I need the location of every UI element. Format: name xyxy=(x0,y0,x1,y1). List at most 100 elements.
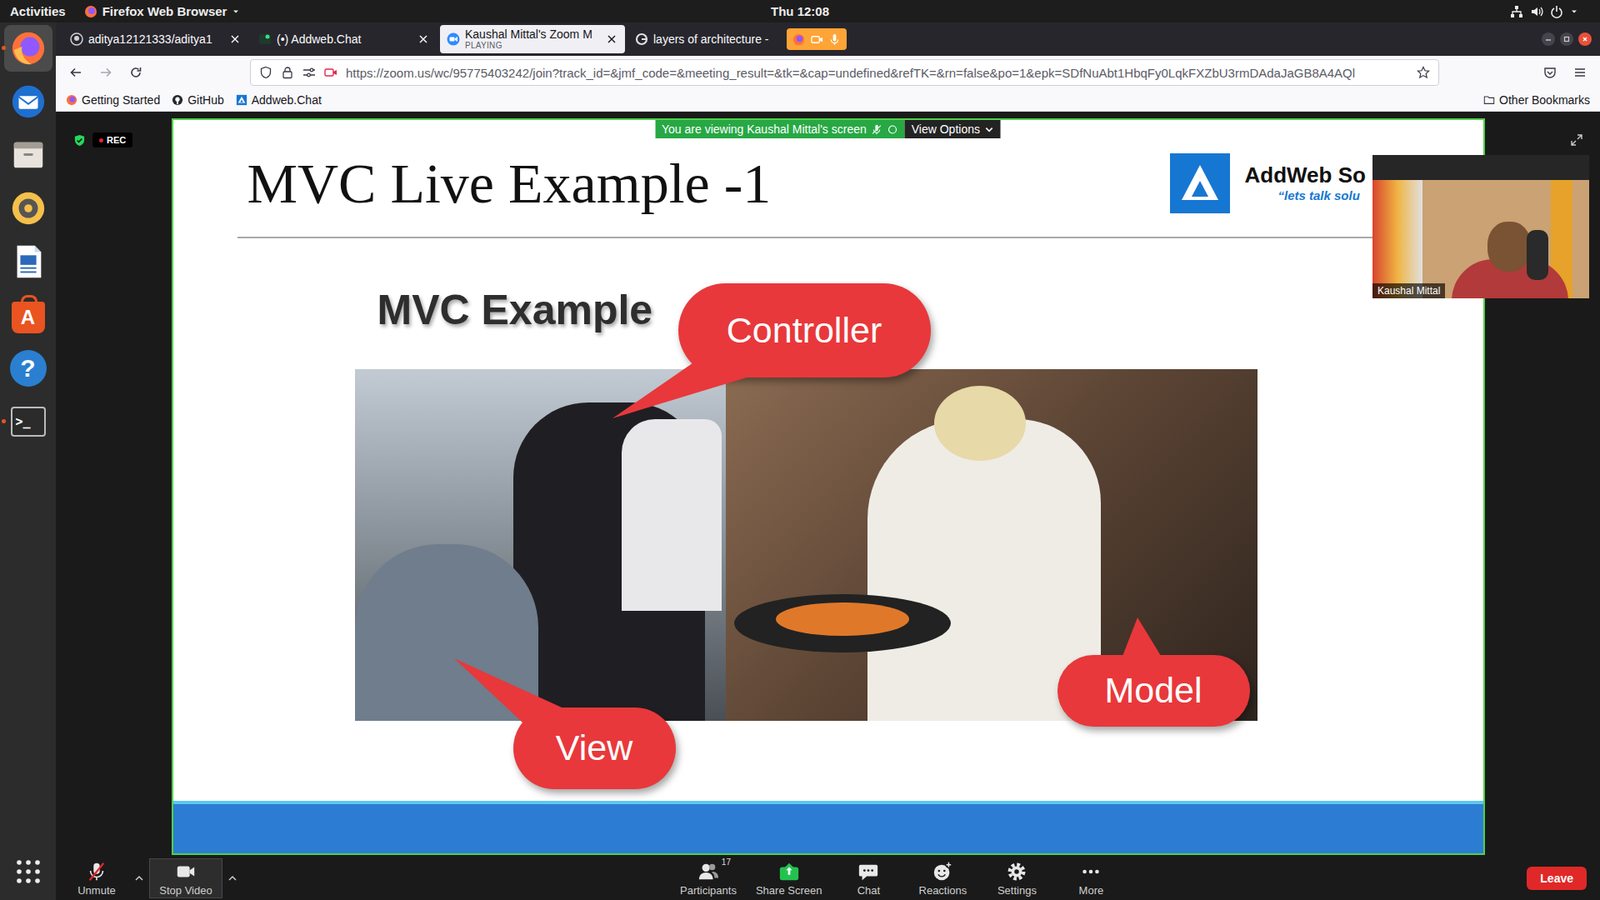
company-logo: AddWeb So “lets talk solu xyxy=(1170,153,1366,214)
github-icon xyxy=(70,32,84,46)
bookmark[interactable]: Addweb.Chat xyxy=(230,91,327,109)
tab-title: (•) Addweb.Chat xyxy=(276,32,414,46)
minimize-button[interactable] xyxy=(1541,32,1555,46)
window-controls xyxy=(1541,32,1600,46)
dock-item[interactable] xyxy=(4,131,53,179)
chevron-up-icon[interactable] xyxy=(129,873,150,884)
address-bar[interactable]: https://zoom.us/wc/95775403242/join?trac… xyxy=(250,59,1440,86)
chevron-up-icon[interactable] xyxy=(222,873,243,884)
video-frame: Kaushal Mittal xyxy=(1372,180,1590,299)
microphone-muted-icon xyxy=(85,860,108,883)
view-options-button[interactable]: View Options xyxy=(905,120,1001,139)
menu-button[interactable] xyxy=(1566,59,1594,86)
maximize-icon xyxy=(1562,35,1571,44)
shield-icon xyxy=(73,134,86,147)
close-icon xyxy=(1580,35,1590,44)
toolbar-button[interactable]: Unmute xyxy=(64,858,130,899)
close-icon[interactable] xyxy=(606,34,617,45)
addweb-icon xyxy=(235,94,248,106)
toolbar-button[interactable]: Share Screen xyxy=(750,858,829,899)
callout: Model xyxy=(1057,655,1250,727)
google-icon xyxy=(635,32,649,46)
terminal-icon: >_ xyxy=(10,406,46,437)
toolbar-button[interactable]: Chat xyxy=(835,858,902,899)
activities-button[interactable]: Activities xyxy=(10,4,66,19)
firefox-icon xyxy=(792,33,805,46)
speaker-video[interactable]: Kaushal Mittal xyxy=(1372,155,1590,299)
chat-icon xyxy=(258,32,272,46)
toolbar-button[interactable]: More xyxy=(1057,858,1125,899)
dock-item[interactable] xyxy=(4,238,53,285)
fullscreen-icon[interactable] xyxy=(1570,133,1584,147)
bookmark[interactable]: GitHub xyxy=(166,91,230,109)
dock-item[interactable]: ? xyxy=(4,345,53,392)
tab-bar: aditya12121333/aditya1 (•) Addweb.Chat K… xyxy=(55,22,1600,56)
chevron-down-icon xyxy=(985,125,995,135)
system-menu[interactable] xyxy=(835,5,1590,19)
hamburger-icon xyxy=(1573,65,1587,80)
show-applications-button[interactable] xyxy=(10,853,47,890)
toolbar-button[interactable]: Stop Video xyxy=(149,858,223,899)
close-icon[interactable] xyxy=(418,34,429,45)
camera-icon xyxy=(324,65,338,80)
star-icon[interactable] xyxy=(1416,65,1430,80)
leave-button[interactable]: Leave xyxy=(1526,866,1587,890)
close-button[interactable] xyxy=(1578,32,1592,46)
top-bar: Activities Firefox Web Browser Thu 12:08 xyxy=(0,0,1600,23)
files-icon xyxy=(9,135,48,175)
sharing-indicator[interactable] xyxy=(786,28,847,50)
toolbar-button[interactable]: Settings xyxy=(983,858,1050,899)
app-menu[interactable]: Firefox Web Browser xyxy=(84,4,241,19)
dock-item[interactable]: >_ xyxy=(4,398,53,445)
tab-title: Kaushal Mittal's Zoom M xyxy=(465,27,602,41)
close-icon[interactable] xyxy=(230,34,240,45)
running-indicator xyxy=(1,419,6,424)
bookmark[interactable]: Getting Started xyxy=(60,91,165,109)
logo-name: AddWeb So xyxy=(1245,163,1366,189)
dock-item[interactable] xyxy=(4,78,53,125)
tab[interactable]: Kaushal Mittal's Zoom M PLAYING xyxy=(440,25,625,54)
tab[interactable]: layers of architecture - xyxy=(628,25,784,54)
callout: Controller xyxy=(678,283,931,378)
back-button[interactable] xyxy=(62,59,90,86)
reload-button[interactable] xyxy=(122,59,150,86)
shield-icon xyxy=(259,65,273,80)
chat-icon xyxy=(857,860,880,883)
pocket-button[interactable] xyxy=(1536,59,1564,86)
dock-item[interactable]: A xyxy=(4,291,53,339)
toolbar-button[interactable]: 17 Participants xyxy=(674,858,743,899)
firefox-icon xyxy=(65,94,78,106)
slide: MVC Live Example -1 AddWeb So “lets talk… xyxy=(173,120,1484,801)
grid-icon xyxy=(15,859,41,885)
bookmarks-bar: Getting Started GitHub Addweb.Chat Other… xyxy=(55,89,1600,112)
dock-item[interactable] xyxy=(4,185,53,232)
toolbar-button[interactable]: Reactions xyxy=(909,858,976,899)
tab[interactable]: (•) Addweb.Chat xyxy=(251,25,437,54)
slide-caption: MVC Example xyxy=(377,285,654,335)
video-camera-icon xyxy=(175,860,197,883)
viewing-banner: You are viewing Kaushal Mittal's screen … xyxy=(655,120,1001,139)
recording-badge: REC xyxy=(73,132,133,148)
minimize-icon xyxy=(1544,35,1553,44)
dock-item[interactable] xyxy=(4,25,53,72)
maximize-button[interactable] xyxy=(1560,32,1574,46)
clock[interactable]: Thu 12:08 xyxy=(764,4,836,19)
volume-icon xyxy=(1530,5,1544,19)
logo-tagline: “lets talk solu xyxy=(1245,188,1366,203)
writer-icon xyxy=(9,242,48,281)
other-bookmarks[interactable]: Other Bookmarks xyxy=(1478,91,1595,109)
tab-status: PLAYING xyxy=(465,40,602,51)
arrow-right-icon xyxy=(99,65,113,80)
share-screen-icon xyxy=(778,860,800,883)
thunderbird-icon xyxy=(9,82,48,121)
navigation-bar: https://zoom.us/wc/95775403242/join?trac… xyxy=(55,55,1600,90)
reactions-icon xyxy=(931,860,954,883)
browser-window: aditya12121333/aditya1 (•) Addweb.Chat K… xyxy=(55,22,1600,900)
camera-icon xyxy=(810,33,824,46)
running-indicator xyxy=(1,45,6,50)
participants-icon xyxy=(697,860,720,883)
tab[interactable]: aditya12121333/aditya1 xyxy=(63,25,249,54)
forward-button[interactable] xyxy=(92,59,120,86)
pocket-icon xyxy=(1543,65,1557,80)
restaurant-photo xyxy=(355,369,726,721)
